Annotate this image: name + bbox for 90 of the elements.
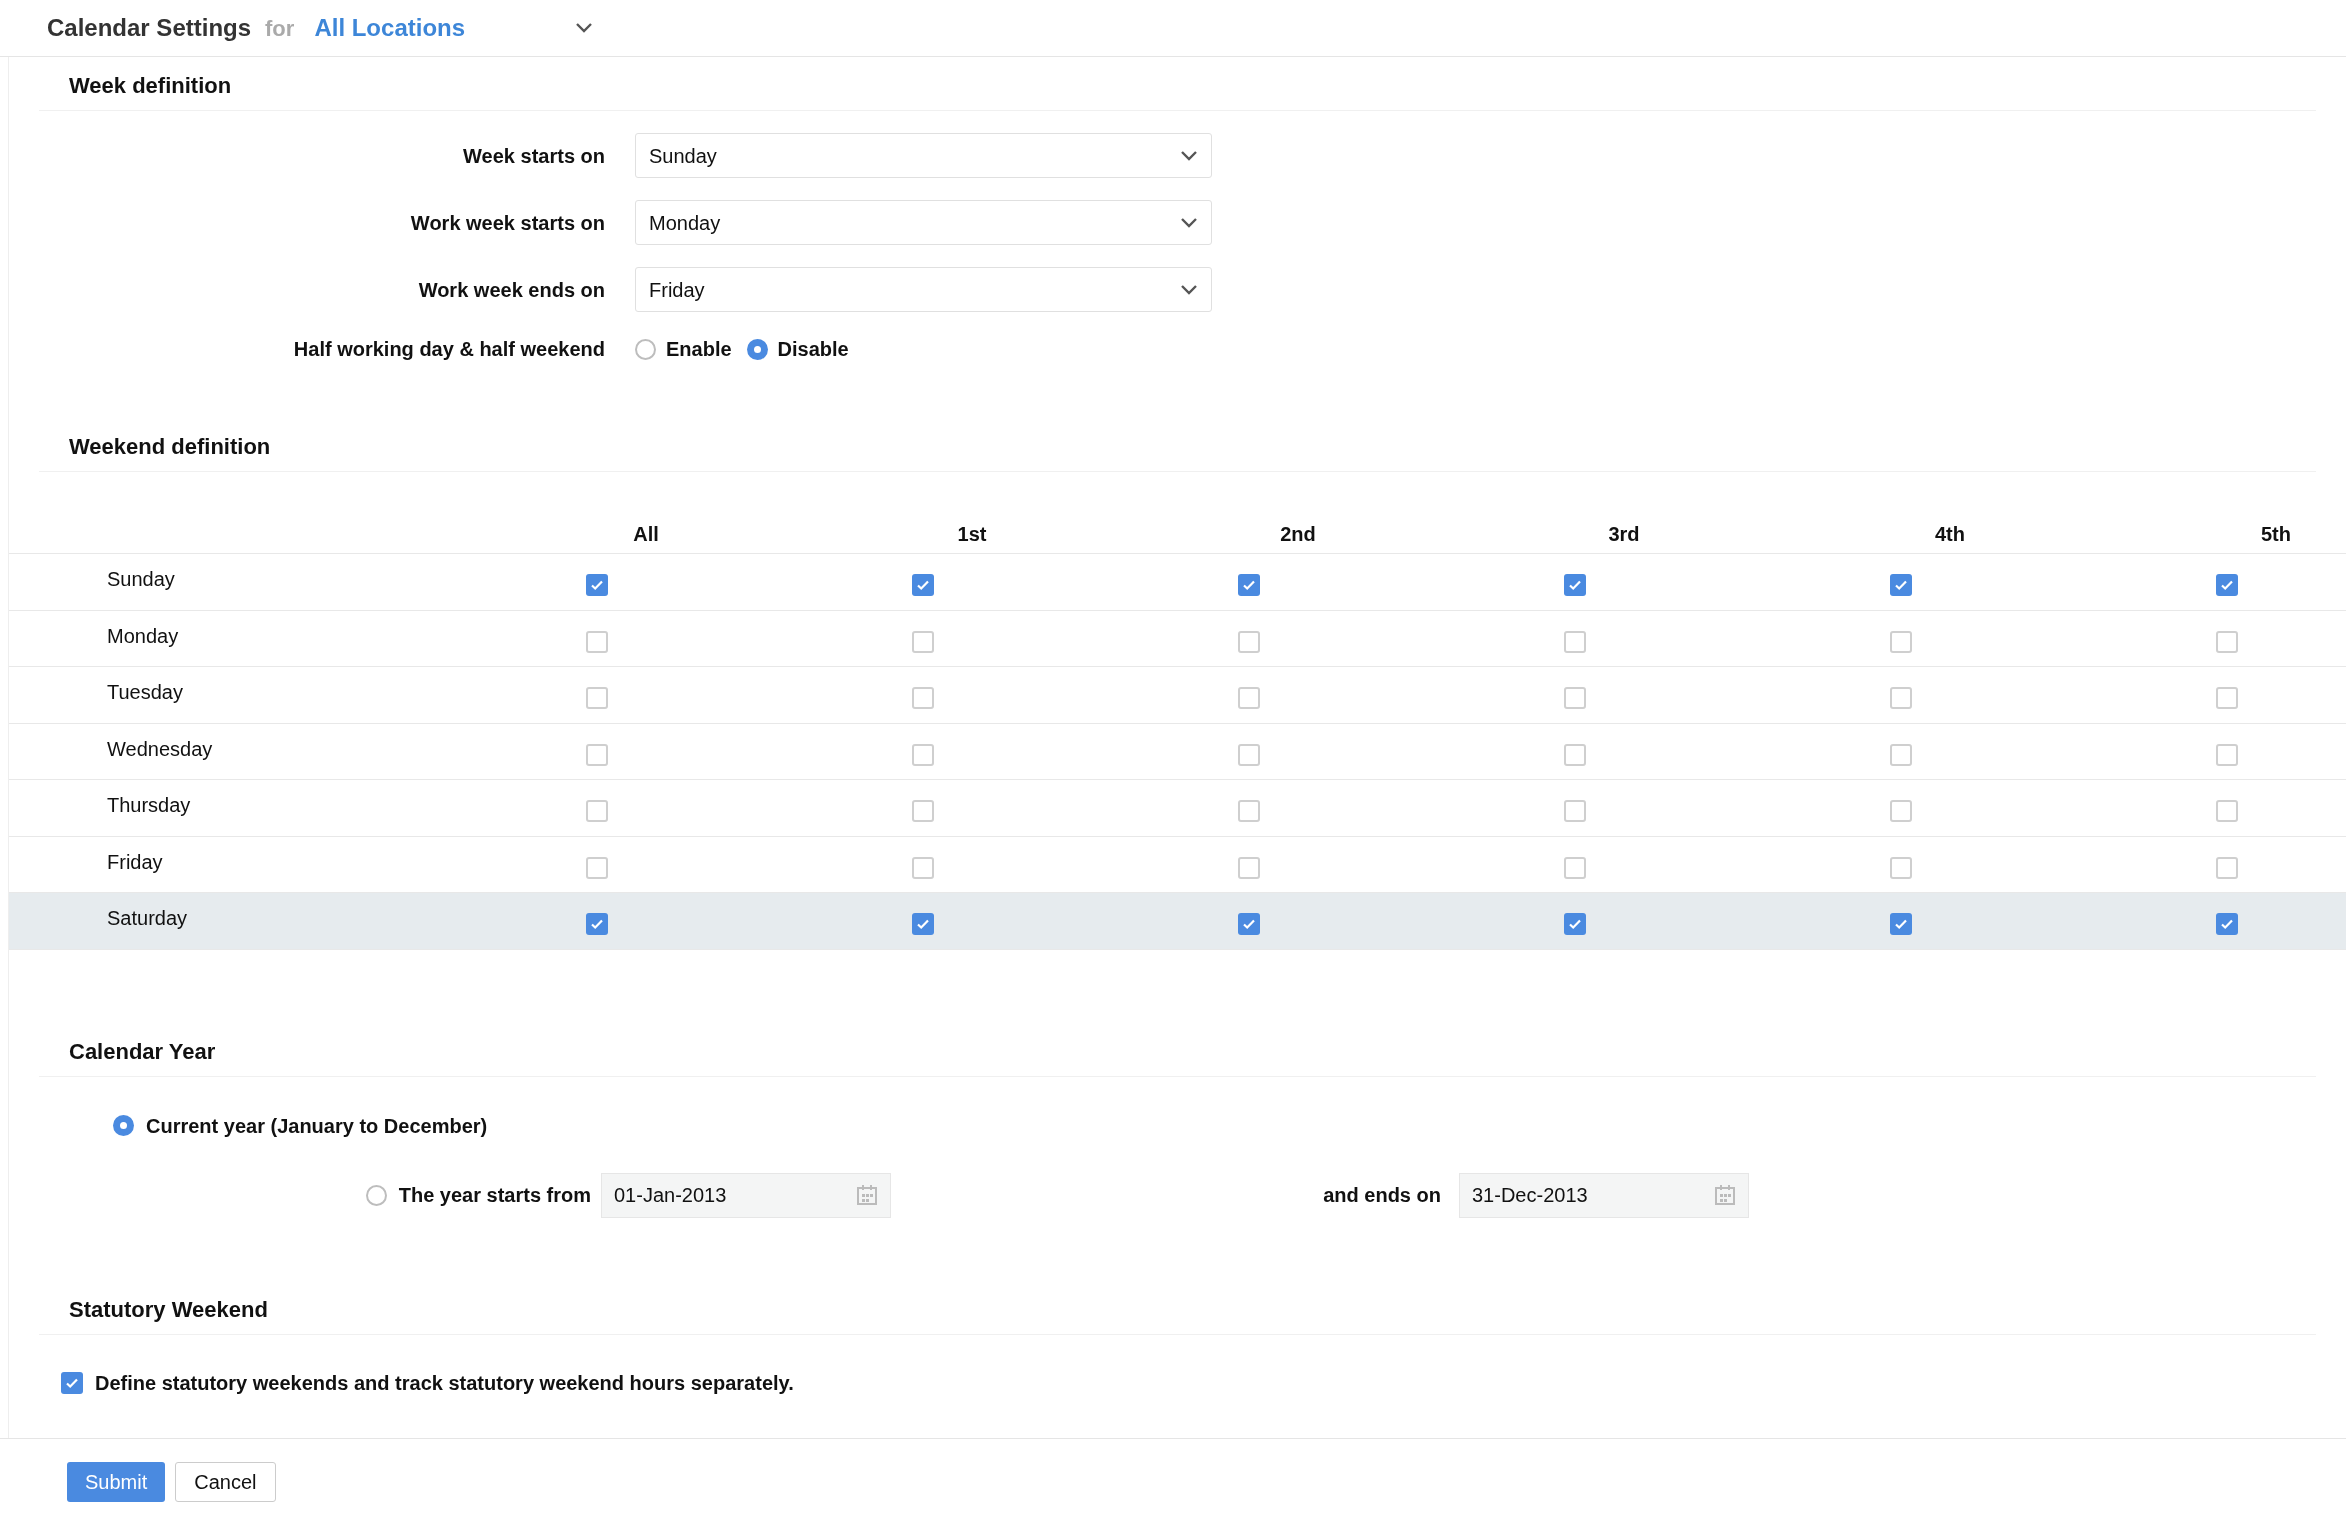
checkbox[interactable] (1238, 630, 1260, 653)
checkbox[interactable] (586, 800, 608, 822)
column-header: 5th (2261, 521, 2291, 547)
calendar-icon (1714, 1184, 1736, 1206)
checkbox[interactable] (1238, 856, 1260, 879)
chevron-down-icon (1180, 216, 1198, 229)
checkbox[interactable] (1238, 743, 1260, 766)
field-label: Half working day & half weekend (292, 337, 606, 362)
checkbox[interactable] (912, 913, 934, 935)
column-header: 4th (1935, 521, 1965, 547)
radio-label: Disable (777, 337, 849, 362)
submit-button[interactable]: Submit (67, 1461, 166, 1502)
checkbox[interactable] (912, 800, 934, 822)
checkbox-label: Define statutory weekends and track statutory weekend hours separately. (95, 1370, 794, 1396)
section-title: Statutory Weekend (69, 1296, 268, 1322)
checkbox[interactable] (1890, 574, 1912, 596)
day-label: Monday (107, 624, 179, 647)
checkbox[interactable] (2216, 856, 2238, 879)
checkbox[interactable] (1890, 743, 1912, 766)
column-header: 3rd (1608, 521, 1640, 547)
checkbox[interactable] (912, 687, 934, 709)
checkbox[interactable] (912, 630, 934, 653)
checkbox[interactable] (61, 1371, 83, 1394)
field-label: Work week ends on (417, 277, 606, 303)
day-label: Saturday (107, 907, 188, 929)
field-label: Work week starts on (409, 210, 606, 236)
day-label: Sunday (107, 568, 175, 590)
chevron-down-icon (575, 22, 594, 34)
select-field[interactable]: Sunday (635, 133, 1212, 178)
checkbox[interactable] (2216, 913, 2238, 935)
checkbox[interactable] (1238, 800, 1260, 822)
cancel-button[interactable]: Cancel (175, 1461, 276, 1502)
chevron-down-icon (1180, 283, 1198, 296)
section-title: Week definition (69, 73, 232, 98)
checkbox[interactable] (2216, 687, 2238, 709)
checkbox[interactable] (2216, 800, 2238, 822)
checkbox[interactable] (2216, 574, 2238, 596)
radio-label: The year starts from (398, 1183, 591, 1208)
checkbox[interactable] (1564, 800, 1586, 822)
select-field[interactable]: Monday (635, 200, 1212, 245)
calendar-icon (856, 1184, 878, 1206)
field-label: and ends on (1322, 1183, 1442, 1208)
section-title: Calendar Year (69, 1038, 216, 1064)
checkbox[interactable] (1238, 687, 1260, 709)
column-header: 1st (957, 521, 987, 547)
checkbox[interactable] (912, 743, 934, 766)
checkbox[interactable] (1890, 856, 1912, 879)
location-dropdown[interactable]: All Locations (314, 10, 594, 46)
day-label: Tuesday (107, 681, 183, 703)
checkbox[interactable] (1564, 856, 1586, 879)
chevron-down-icon (1180, 149, 1198, 162)
checkbox[interactable] (586, 743, 608, 766)
checkbox[interactable] (586, 856, 608, 879)
day-label: Friday (107, 850, 163, 873)
checkbox[interactable] (586, 687, 608, 709)
for-label: for (265, 14, 295, 43)
checkbox[interactable] (912, 856, 934, 879)
checkbox[interactable] (912, 574, 934, 596)
radio-label: Enable (666, 337, 732, 362)
checkbox[interactable] (1564, 913, 1586, 935)
field-label: Week starts on (462, 143, 606, 169)
day-label: Wednesday (107, 737, 213, 760)
checkbox[interactable] (586, 574, 608, 596)
checkbox[interactable] (1890, 800, 1912, 822)
page-title: Calendar Settings (47, 13, 252, 43)
radio-button[interactable] (113, 1115, 134, 1136)
checkbox[interactable] (1890, 913, 1912, 935)
checkbox[interactable] (1564, 574, 1586, 596)
date-field[interactable]: 01-Jan-2013 (601, 1172, 891, 1218)
checkbox[interactable] (1890, 687, 1912, 709)
checkbox[interactable] (1564, 743, 1586, 766)
checkbox[interactable] (1238, 913, 1260, 935)
checkbox[interactable] (1238, 574, 1260, 596)
checkbox[interactable] (2216, 743, 2238, 766)
radio-label: Current year (January to December) (146, 1113, 488, 1139)
column-header: 2nd (1280, 521, 1316, 547)
checkbox[interactable] (2216, 630, 2238, 653)
checkbox[interactable] (1564, 687, 1586, 709)
date-field[interactable]: 31-Dec-2013 (1459, 1172, 1749, 1218)
checkbox[interactable] (586, 630, 608, 653)
radio-button[interactable] (635, 338, 656, 360)
checkbox[interactable] (1890, 630, 1912, 653)
select-field[interactable]: Friday (635, 267, 1212, 312)
day-label: Thursday (107, 794, 191, 816)
column-header: All (633, 521, 659, 547)
section-title: Weekend definition (69, 434, 271, 459)
checkbox[interactable] (586, 913, 608, 935)
radio-button[interactable] (365, 1184, 387, 1206)
checkbox[interactable] (1564, 630, 1586, 653)
radio-button[interactable] (746, 338, 768, 360)
